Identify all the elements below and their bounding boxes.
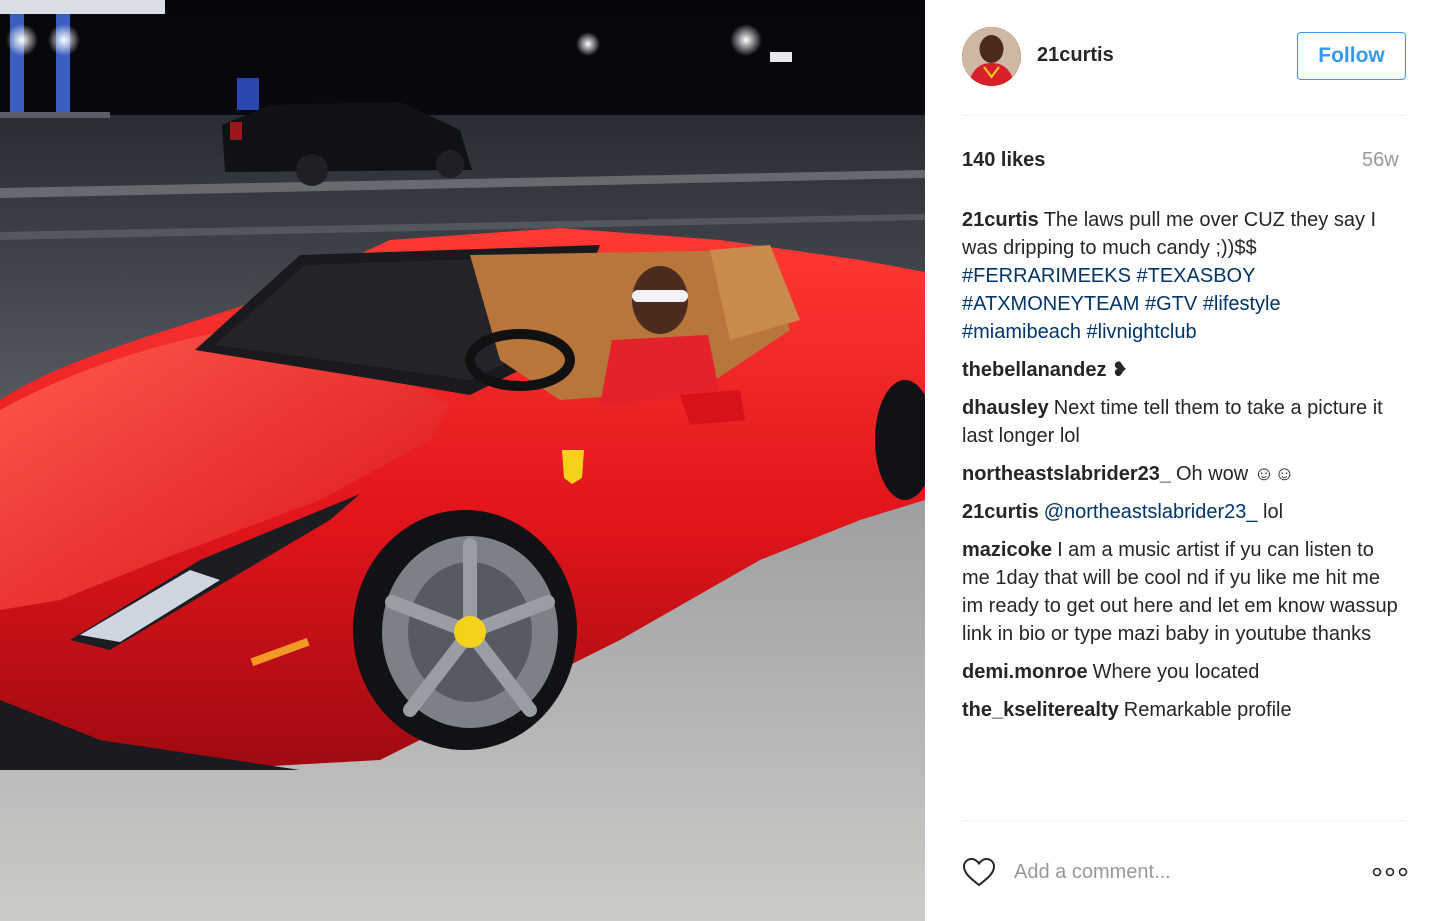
avatar-image-icon <box>962 27 1021 86</box>
post-side-panel: 21curtis Follow 140 likes 56w 21curtis Th… <box>925 0 1440 921</box>
divider <box>962 115 1406 116</box>
comments-list: 21curtis The laws pull me over CUZ they s… <box>962 206 1406 734</box>
hashtag-link[interactable]: #ATXMONEYTEAM <box>962 293 1139 315</box>
list-item: the_kselitere​alty Remarkable profile <box>962 696 1406 724</box>
caption: 21curtis The laws pull me over CUZ they s… <box>962 206 1406 346</box>
post-username[interactable]: 21curtis <box>1037 44 1114 67</box>
black-heart-emoji-icon: ❥ <box>1111 359 1129 381</box>
comment-text: lol <box>1263 501 1284 523</box>
list-item: 21curtis @northeastslabrider23_ lol <box>962 498 1406 526</box>
post-age[interactable]: 56w <box>1362 149 1399 172</box>
comment-input[interactable] <box>1014 857 1344 887</box>
comment-author[interactable]: mazicoke <box>962 539 1052 561</box>
comment-author[interactable]: 21curtis <box>962 209 1039 231</box>
laughing-emoji-icon: ☺☺ <box>1253 463 1295 485</box>
avatar[interactable] <box>962 27 1021 86</box>
comment-author[interactable]: northeastslabrider23_ <box>962 463 1171 485</box>
hashtag-link[interactable]: #TEXASBOY <box>1137 265 1256 287</box>
comment-text: Remarkable profile <box>1123 699 1292 721</box>
list-item: mazicoke I am a music artist if yu can li… <box>962 536 1406 648</box>
comment-author[interactable]: thebellanandez <box>962 359 1106 381</box>
list-item: demi.monroe Where you located <box>962 658 1406 686</box>
mention-link[interactable]: @northeastslabrider23_ <box>1044 501 1258 523</box>
more-options-icon[interactable] <box>1372 864 1408 880</box>
follow-button[interactable]: Follow <box>1297 32 1406 80</box>
ferrari-photo <box>0 0 925 921</box>
comment-author[interactable]: 21curtis <box>962 501 1039 523</box>
comment-text: Oh wow <box>1175 463 1249 485</box>
hashtag-link[interactable]: #lifestyle <box>1203 293 1281 315</box>
hashtag-link[interactable]: #miamibeach <box>962 321 1081 343</box>
likes-count[interactable]: 140 likes <box>962 149 1045 172</box>
hashtag-link[interactable]: #livnightclub <box>1087 321 1197 343</box>
comment-author[interactable]: dhausley <box>962 397 1049 419</box>
list-item: thebellanandez ❥ <box>962 356 1406 384</box>
post-photo[interactable] <box>0 0 925 921</box>
comment-text: Where you located <box>1092 661 1260 683</box>
list-item: dhausley Next time tell them to take a pi… <box>962 394 1406 450</box>
comment-author[interactable]: the_kselitere​alty <box>962 699 1119 721</box>
comment-author[interactable]: demi.monroe <box>962 661 1088 683</box>
list-item: northeastslabrider23_ Oh wow ☺☺ <box>962 460 1406 488</box>
hashtag-link[interactable]: #GTV <box>1145 293 1197 315</box>
add-comment-row <box>962 852 1408 892</box>
hashtag-link[interactable]: #FERRARIMEEKS <box>962 265 1131 287</box>
post-header: 21curtis Follow <box>962 26 1406 88</box>
divider <box>962 820 1406 821</box>
heart-icon[interactable] <box>962 857 996 887</box>
